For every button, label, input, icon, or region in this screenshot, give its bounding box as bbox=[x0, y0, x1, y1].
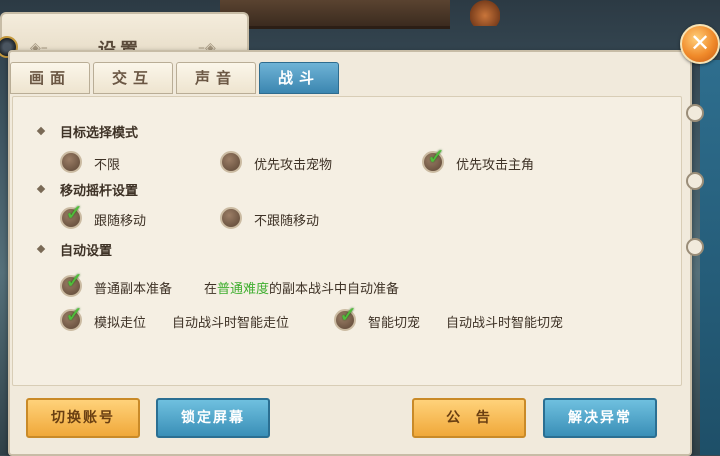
background-lantern bbox=[470, 0, 500, 26]
announcement-button[interactable]: 公 告 bbox=[412, 398, 526, 438]
tab-interaction[interactable]: 交互 bbox=[93, 62, 173, 94]
radio-unlimited[interactable] bbox=[60, 151, 82, 173]
option-label: 不跟随移动 bbox=[254, 214, 320, 229]
tab-combat[interactable]: 战斗 bbox=[259, 62, 339, 94]
option-label: 跟随移动 bbox=[94, 214, 147, 229]
checkmark-icon: ✓ bbox=[339, 303, 358, 328]
tab-display[interactable]: 画面 bbox=[10, 62, 90, 94]
tab-label: 画面 bbox=[28, 69, 71, 87]
checkbox-simulated-movement[interactable]: ✓ bbox=[60, 303, 83, 331]
background-roof bbox=[220, 0, 450, 29]
binding-ring-icon bbox=[686, 172, 704, 190]
radio-hero-first[interactable]: ✓ bbox=[422, 145, 445, 173]
option-label: 模拟走位 bbox=[94, 316, 147, 331]
binding-ring-icon bbox=[686, 238, 704, 256]
section-title-auto: 自动设置 bbox=[60, 244, 113, 259]
close-button[interactable]: ✕ bbox=[680, 24, 720, 64]
option-label: 优先攻击主角 bbox=[456, 158, 535, 173]
section-title-joystick: 移动摇杆设置 bbox=[60, 184, 139, 199]
checkmark-icon: ✓ bbox=[65, 303, 84, 328]
title-tab: ◈– 设置 –◈ bbox=[0, 12, 249, 61]
option-label: 不限 bbox=[94, 158, 121, 173]
checkbox-normal-dungeon-ready[interactable]: ✓ bbox=[60, 269, 83, 297]
binding-ring-icon bbox=[686, 104, 704, 122]
radio-no-follow-move[interactable] bbox=[220, 207, 242, 229]
option-description: 在普通难度的副本战斗中自动准备 bbox=[204, 282, 400, 297]
checkmark-icon: ✓ bbox=[427, 145, 446, 170]
switch-account-button[interactable]: 切换账号 bbox=[26, 398, 140, 438]
section-title-target: 目标选择模式 bbox=[60, 126, 139, 141]
checkmark-icon: ✓ bbox=[65, 269, 84, 294]
radio-pet-first[interactable] bbox=[220, 151, 242, 173]
checkmark-icon: ✓ bbox=[65, 201, 84, 226]
close-icon: ✕ bbox=[689, 29, 711, 57]
checkbox-smart-pet-switch[interactable]: ✓ bbox=[334, 303, 357, 331]
radio-follow-move[interactable]: ✓ bbox=[60, 201, 83, 229]
tab-label: 战斗 bbox=[277, 69, 320, 87]
tab-sound[interactable]: 声音 bbox=[176, 62, 256, 94]
lock-screen-button[interactable]: 锁定屏幕 bbox=[156, 398, 270, 438]
option-label: 优先攻击宠物 bbox=[254, 158, 333, 173]
tab-label: 声音 bbox=[194, 69, 237, 87]
highlight-text: 普通难度 bbox=[217, 282, 270, 297]
fix-issue-button[interactable]: 解决异常 bbox=[543, 398, 657, 438]
tab-label: 交互 bbox=[111, 69, 154, 87]
background-side-panel bbox=[700, 60, 720, 455]
option-description: 自动战斗时智能切宠 bbox=[446, 316, 564, 331]
option-label: 普通副本准备 bbox=[94, 282, 173, 297]
option-label: 智能切宠 bbox=[368, 316, 421, 331]
option-description: 自动战斗时智能走位 bbox=[172, 316, 290, 331]
